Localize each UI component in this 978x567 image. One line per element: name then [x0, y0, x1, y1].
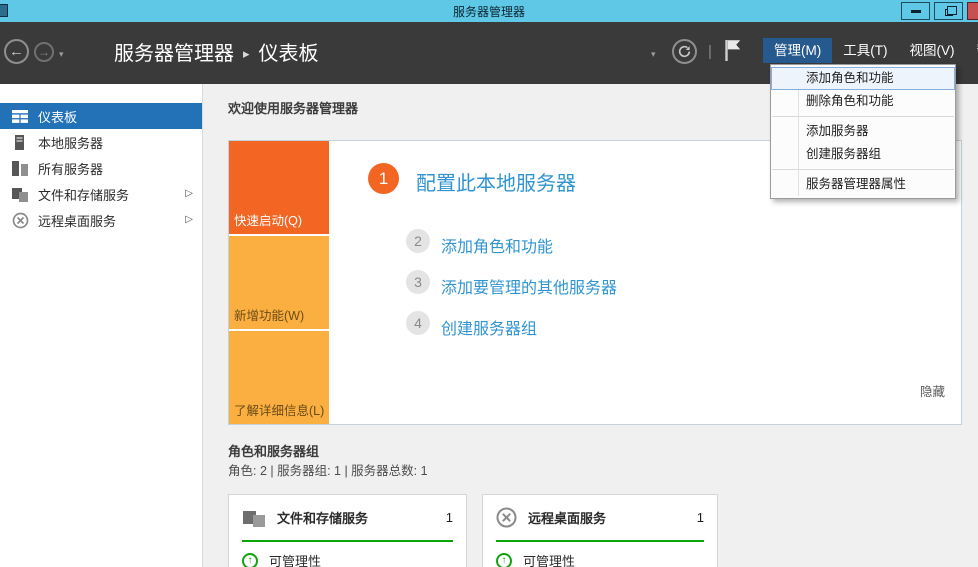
step-add-roles-features-link[interactable]: 添加角色和功能 — [441, 233, 553, 257]
menu-separator — [772, 116, 954, 117]
status-up-icon: ↑ — [242, 553, 258, 567]
step-configure-local-server-link[interactable]: 配置此本地服务器 — [416, 167, 576, 196]
nav-history-dropdown-icon[interactable]: ▾ — [59, 49, 64, 60]
restore-button[interactable] — [934, 2, 963, 20]
role-tile-title: 文件和存储服务 — [277, 508, 446, 527]
manage-menu-dropdown: 添加角色和功能 删除角色和功能 添加服务器 创建服务器组 服务器管理器属性 — [770, 64, 956, 199]
back-button[interactable]: ← — [4, 39, 29, 64]
restore-icon — [945, 9, 953, 16]
role-tile-header[interactable]: 远程桌面服务 1 — [483, 495, 717, 540]
close-button[interactable] — [967, 2, 978, 20]
step-4-badge: 4 — [406, 311, 430, 335]
breadcrumb: 服务器管理器 ▸ 仪表板 — [114, 37, 319, 66]
menu-item-server-manager-properties[interactable]: 服务器管理器属性 — [771, 173, 955, 196]
breadcrumb-root[interactable]: 服务器管理器 — [114, 43, 234, 65]
role-tile-title: 远程桌面服务 — [528, 508, 697, 527]
all-servers-icon — [11, 160, 29, 176]
server-manager-window: 服务器管理器 ← → ▾ 服务器管理器 ▸ 仪表板 ▾ | — [0, 0, 978, 567]
role-tile-count: 1 — [446, 510, 453, 525]
sidebar-item-file-storage-services[interactable]: 文件和存储服务 ▷ — [0, 181, 202, 207]
minimize-button[interactable] — [901, 2, 930, 20]
roles-section-summary: 角色: 2 | 服务器组: 1 | 服务器总数: 1 — [228, 460, 428, 479]
local-server-icon — [11, 134, 29, 150]
breadcrumb-current: 仪表板 — [259, 43, 319, 65]
manageability-row[interactable]: ↑ 可管理性 — [229, 542, 466, 567]
menu-help[interactable]: 帮助(H) — [966, 38, 978, 63]
sidebar-item-label: 仪表板 — [38, 107, 77, 126]
welcome-tabs-column: 快速启动(Q) 新增功能(W) 了解详细信息(L) — [229, 141, 329, 424]
sidebar-item-label: 所有服务器 — [38, 159, 103, 178]
flag-icon — [724, 38, 741, 62]
breadcrumb-separator-icon: ▸ — [243, 46, 250, 61]
step-2-badge: 2 — [406, 229, 430, 253]
toolbar-separator: | — [708, 43, 712, 60]
notifications-flag-button[interactable] — [724, 38, 741, 67]
refresh-icon — [678, 45, 691, 58]
welcome-heading: 欢迎使用服务器管理器 — [228, 98, 358, 117]
role-tile-remote-desktop-services: 远程桌面服务 1 ↑ 可管理性 — [482, 494, 718, 567]
menu-item-add-servers[interactable]: 添加服务器 — [771, 120, 955, 143]
sidebar-item-label: 本地服务器 — [38, 133, 103, 152]
role-tile-header[interactable]: 文件和存储服务 1 — [229, 495, 466, 540]
hide-welcome-link[interactable]: 隐藏 — [920, 381, 945, 400]
expand-arrow-icon[interactable]: ▷ — [185, 214, 193, 225]
minimize-icon — [911, 10, 921, 13]
tab-whats-new[interactable]: 新增功能(W) — [229, 236, 329, 329]
status-up-icon: ↑ — [496, 553, 512, 567]
menu-separator — [772, 169, 954, 170]
forward-icon: → — [38, 45, 50, 59]
sidebar: 仪表板 本地服务器 所有服务器 文件和存储服务 ▷ 远程桌面服务 — [0, 84, 203, 567]
menu-tools[interactable]: 工具(T) — [832, 38, 898, 63]
window-title: 服务器管理器 — [0, 3, 978, 20]
tab-learn-more[interactable]: 了解详细信息(L) — [229, 331, 329, 424]
roles-section-heading: 角色和服务器组 — [228, 441, 319, 460]
role-tile-count: 1 — [697, 510, 704, 525]
manageability-label: 可管理性 — [269, 551, 321, 567]
forward-button[interactable]: → — [34, 42, 54, 62]
menu-bar: 管理(M) 工具(T) 视图(V) 帮助(H) — [763, 38, 978, 63]
sidebar-item-dashboard[interactable]: 仪表板 — [0, 103, 202, 129]
tab-label: 新增功能(W) — [234, 305, 304, 324]
menu-item-create-server-group[interactable]: 创建服务器组 — [771, 143, 955, 166]
step-create-server-group-link[interactable]: 创建服务器组 — [441, 315, 537, 339]
tab-quick-start[interactable]: 快速启动(Q) — [229, 141, 329, 234]
menu-view[interactable]: 视图(V) — [899, 38, 966, 63]
file-storage-icon — [242, 508, 266, 528]
step-add-other-servers-link[interactable]: 添加要管理的其他服务器 — [441, 274, 617, 298]
sidebar-item-label: 远程桌面服务 — [38, 211, 116, 230]
step-1-badge: 1 — [368, 163, 399, 194]
back-icon: ← — [9, 43, 24, 60]
manageability-label: 可管理性 — [523, 551, 575, 567]
menu-item-remove-roles-features[interactable]: 删除角色和功能 — [771, 90, 955, 113]
dashboard-icon — [11, 108, 29, 124]
remote-desktop-icon — [11, 212, 29, 228]
expand-arrow-icon[interactable]: ▷ — [185, 188, 193, 199]
step-3-badge: 3 — [406, 270, 430, 294]
manageability-row[interactable]: ↑ 可管理性 — [483, 542, 717, 567]
tab-label: 了解详细信息(L) — [234, 400, 324, 419]
refresh-button[interactable] — [672, 39, 697, 64]
tab-label: 快速启动(Q) — [234, 210, 302, 229]
file-storage-icon — [11, 186, 29, 202]
role-tile-file-storage-services: 文件和存储服务 1 ↑ 可管理性 — [228, 494, 467, 567]
menu-manage[interactable]: 管理(M) — [763, 38, 832, 63]
remote-desktop-icon — [496, 507, 517, 528]
sidebar-item-local-server[interactable]: 本地服务器 — [0, 129, 202, 155]
refresh-dropdown-icon[interactable]: ▾ — [651, 49, 656, 60]
title-bar: 服务器管理器 — [0, 0, 978, 22]
menu-item-add-roles-features[interactable]: 添加角色和功能 — [771, 67, 955, 90]
sidebar-item-label: 文件和存储服务 — [38, 185, 129, 204]
sidebar-item-all-servers[interactable]: 所有服务器 — [0, 155, 202, 181]
window-controls — [897, 2, 978, 20]
sidebar-item-remote-desktop-services[interactable]: 远程桌面服务 ▷ — [0, 207, 202, 233]
